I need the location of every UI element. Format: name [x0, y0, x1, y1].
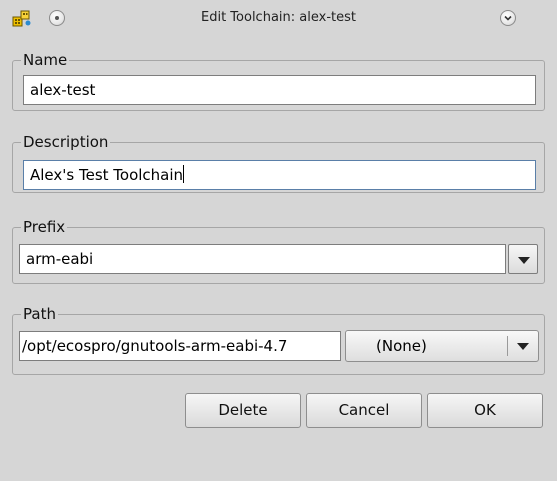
path-selector-value: (None) — [376, 337, 427, 355]
prefix-group: Prefix arm-eabi — [12, 217, 545, 284]
path-group-label: Path — [21, 304, 58, 324]
description-input[interactable]: Alex's Test Toolchain — [23, 160, 536, 190]
window-menu-button[interactable] — [500, 10, 516, 26]
cancel-button[interactable]: Cancel — [306, 393, 422, 428]
prefix-combo-input[interactable]: arm-eabi — [19, 244, 506, 274]
path-input-value: /opt/ecospro/gnutools-arm-eabi-4.7 — [22, 337, 288, 355]
prefix-dropdown-button[interactable] — [508, 244, 538, 274]
path-group: Path /opt/ecospro/gnutools-arm-eabi-4.7 … — [12, 304, 545, 375]
prefix-group-label: Prefix — [21, 217, 68, 237]
description-input-value: Alex's Test Toolchain — [30, 166, 184, 184]
name-input[interactable]: alex-test — [23, 75, 536, 105]
title-bar: Edit Toolchain: alex-test — [0, 0, 557, 36]
ok-button[interactable]: OK — [427, 393, 543, 428]
combo-separator — [507, 336, 508, 356]
prefix-combo-value: arm-eabi — [26, 250, 94, 268]
name-group: Name alex-test — [12, 50, 545, 111]
chevron-down-icon — [504, 15, 512, 21]
description-group-label: Description — [21, 132, 111, 152]
dropdown-arrow-icon — [518, 257, 530, 264]
path-input[interactable]: /opt/ecospro/gnutools-arm-eabi-4.7 — [19, 331, 341, 361]
name-group-label: Name — [21, 50, 70, 70]
text-cursor — [183, 165, 185, 183]
window-title: Edit Toolchain: alex-test — [201, 10, 356, 25]
name-input-value: alex-test — [30, 81, 96, 99]
dropdown-arrow-icon — [517, 343, 529, 350]
description-group: Description Alex's Test Toolchain — [12, 132, 545, 193]
path-selector-combo[interactable]: (None) — [345, 330, 539, 362]
delete-button[interactable]: Delete — [185, 393, 301, 428]
